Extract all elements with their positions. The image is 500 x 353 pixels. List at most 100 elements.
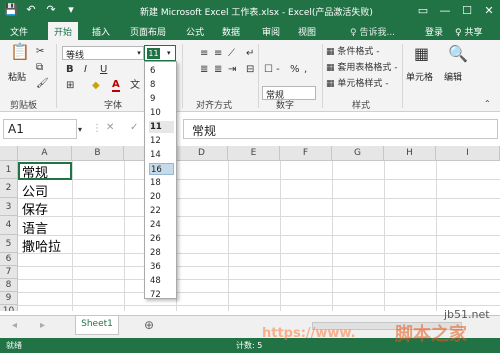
row-header-10[interactable]: 10 bbox=[0, 305, 18, 311]
cells-icon[interactable]: ▦ bbox=[414, 46, 429, 62]
column-header-h[interactable]: H bbox=[384, 146, 436, 161]
cancel-icon[interactable]: ✕ bbox=[106, 122, 114, 134]
italic-button[interactable]: I bbox=[84, 64, 87, 76]
format-as-table-button[interactable]: ▦ 套用表格格式 - bbox=[326, 62, 398, 74]
font-size-option[interactable]: 28 bbox=[149, 247, 174, 259]
align-top-icon[interactable]: ≡ bbox=[200, 48, 208, 60]
font-size-option-current[interactable]: 11 bbox=[149, 121, 174, 133]
align-center-icon[interactable]: ≣ bbox=[214, 64, 222, 76]
font-size-option-hovered[interactable]: 16 bbox=[149, 163, 174, 175]
cut-icon[interactable]: ✂ bbox=[36, 46, 44, 58]
tab-review[interactable]: 审阅 bbox=[262, 25, 280, 38]
cell-a3[interactable]: 保存 bbox=[22, 199, 48, 218]
column-header-e[interactable]: E bbox=[228, 146, 280, 161]
indent-icon[interactable]: ⇥ bbox=[228, 64, 236, 76]
redo-icon[interactable]: ↷ bbox=[44, 3, 58, 16]
font-name-select[interactable]: 等线 bbox=[62, 46, 144, 61]
ribbon-display-button[interactable]: ▭ bbox=[412, 0, 434, 22]
underline-button[interactable]: U bbox=[100, 64, 107, 76]
format-painter-icon[interactable]: 🖌 bbox=[36, 78, 49, 90]
merge-icon[interactable]: ⊟ bbox=[246, 64, 254, 76]
font-size-option[interactable]: 12 bbox=[149, 135, 174, 147]
row-header-5[interactable]: 5 bbox=[0, 235, 18, 253]
editing-icon[interactable]: 🔍 bbox=[448, 46, 468, 62]
sheet-next-icon[interactable]: ▸ bbox=[40, 320, 45, 332]
font-name-dropdown-icon[interactable]: ▾ bbox=[134, 46, 144, 60]
tab-page-layout[interactable]: 页面布局 bbox=[130, 25, 166, 38]
row-header-1[interactable]: 1 bbox=[0, 161, 18, 179]
sheet-tab-sheet1[interactable]: Sheet1 bbox=[75, 316, 119, 335]
row-header-4[interactable]: 4 bbox=[0, 216, 18, 235]
bold-button[interactable]: B bbox=[66, 64, 74, 76]
row-header-9[interactable]: 9 bbox=[0, 292, 18, 305]
select-all-corner[interactable] bbox=[0, 146, 18, 161]
font-size-select[interactable]: 11 ▾ bbox=[144, 45, 176, 61]
formula-input[interactable]: 常规 bbox=[183, 119, 498, 139]
sheet-prev-icon[interactable]: ◂ bbox=[12, 320, 17, 332]
cell-a5[interactable]: 撒哈拉 bbox=[22, 236, 61, 255]
cell-a2[interactable]: 公司 bbox=[22, 181, 48, 200]
save-icon[interactable]: 💾 bbox=[4, 3, 18, 16]
column-header-g[interactable]: G bbox=[332, 146, 384, 161]
undo-icon[interactable]: ↶ bbox=[24, 3, 38, 16]
tab-insert[interactable]: 插入 bbox=[92, 25, 110, 38]
tab-file[interactable]: 文件 bbox=[10, 25, 28, 38]
phonetic-button[interactable]: 文 bbox=[130, 80, 140, 92]
maximize-button[interactable]: ☐ bbox=[456, 0, 478, 22]
column-header-f[interactable]: F bbox=[280, 146, 332, 161]
share-button[interactable]: ♀ 共享 bbox=[455, 25, 482, 38]
paste-button[interactable]: 粘贴 bbox=[8, 70, 26, 83]
row-header-6[interactable]: 6 bbox=[0, 253, 18, 266]
font-color-button[interactable]: A bbox=[112, 80, 120, 92]
font-size-option[interactable]: 26 bbox=[149, 233, 174, 245]
tab-home[interactable]: 开始 bbox=[48, 22, 79, 40]
font-size-option[interactable]: 22 bbox=[149, 205, 174, 217]
font-size-option[interactable]: 6 bbox=[149, 65, 174, 77]
font-size-option[interactable]: 18 bbox=[149, 177, 174, 189]
clipboard-icon[interactable]: 📋 bbox=[10, 44, 30, 60]
font-size-option[interactable]: 36 bbox=[149, 261, 174, 273]
chevron-down-icon[interactable]: ▾ bbox=[167, 46, 175, 60]
font-size-option[interactable]: 9 bbox=[149, 93, 174, 105]
login-link[interactable]: 登录 bbox=[425, 25, 443, 38]
column-header-d[interactable]: D bbox=[176, 146, 228, 161]
font-size-value[interactable]: 11 bbox=[147, 48, 160, 59]
customize-qat-icon[interactable]: ▾ bbox=[64, 3, 78, 16]
copy-icon[interactable]: ⧉ bbox=[36, 62, 43, 74]
fill-color-icon[interactable]: ◆ bbox=[92, 80, 100, 92]
conditional-format-button[interactable]: ▦ 条件格式 - bbox=[326, 46, 380, 58]
cell-a4[interactable]: 语言 bbox=[22, 218, 48, 237]
font-size-option[interactable]: 14 bbox=[149, 149, 174, 161]
border-icon[interactable]: ⊞ bbox=[66, 80, 74, 92]
name-box[interactable]: A1 bbox=[3, 119, 77, 139]
worksheet-grid[interactable]: A B C D E F G H I 1 2 3 4 5 6 7 8 9 10 常… bbox=[0, 146, 500, 311]
minimize-button[interactable]: — bbox=[434, 0, 456, 22]
font-size-option[interactable]: 10 bbox=[149, 107, 174, 119]
tab-formulas[interactable]: 公式 bbox=[186, 25, 204, 38]
column-header-a[interactable]: A bbox=[18, 146, 72, 161]
row-header-7[interactable]: 7 bbox=[0, 266, 18, 279]
row-header-2[interactable]: 2 bbox=[0, 179, 18, 198]
enter-icon[interactable]: ✓ bbox=[130, 122, 138, 134]
cell-styles-button[interactable]: ▦ 单元格样式 - bbox=[326, 78, 389, 90]
font-size-option[interactable]: 72 bbox=[149, 289, 174, 301]
orientation-icon[interactable]: ⟋ bbox=[228, 48, 235, 60]
editing-button[interactable]: 编辑 bbox=[444, 70, 462, 83]
currency-button[interactable]: ☐ - bbox=[264, 64, 280, 76]
column-header-i[interactable]: I bbox=[436, 146, 500, 161]
add-sheet-icon[interactable]: ⊕ bbox=[144, 319, 154, 331]
column-header-b[interactable]: B bbox=[72, 146, 124, 161]
percent-button[interactable]: % bbox=[290, 64, 300, 76]
cells-button[interactable]: 单元格 bbox=[406, 70, 433, 83]
align-left-icon[interactable]: ≣ bbox=[200, 64, 208, 76]
font-size-option[interactable]: 24 bbox=[149, 219, 174, 231]
collapse-ribbon-icon[interactable]: ⌃ bbox=[484, 98, 491, 110]
font-size-option[interactable]: 48 bbox=[149, 275, 174, 287]
font-size-option[interactable]: 8 bbox=[149, 79, 174, 91]
tell-me-box[interactable]: ♀ 告诉我... bbox=[350, 25, 395, 38]
font-size-option[interactable]: 20 bbox=[149, 191, 174, 203]
tab-view[interactable]: 视图 bbox=[298, 25, 316, 38]
row-header-3[interactable]: 3 bbox=[0, 198, 18, 216]
row-header-8[interactable]: 8 bbox=[0, 279, 18, 292]
wrap-text-icon[interactable]: ↵ bbox=[246, 48, 254, 60]
